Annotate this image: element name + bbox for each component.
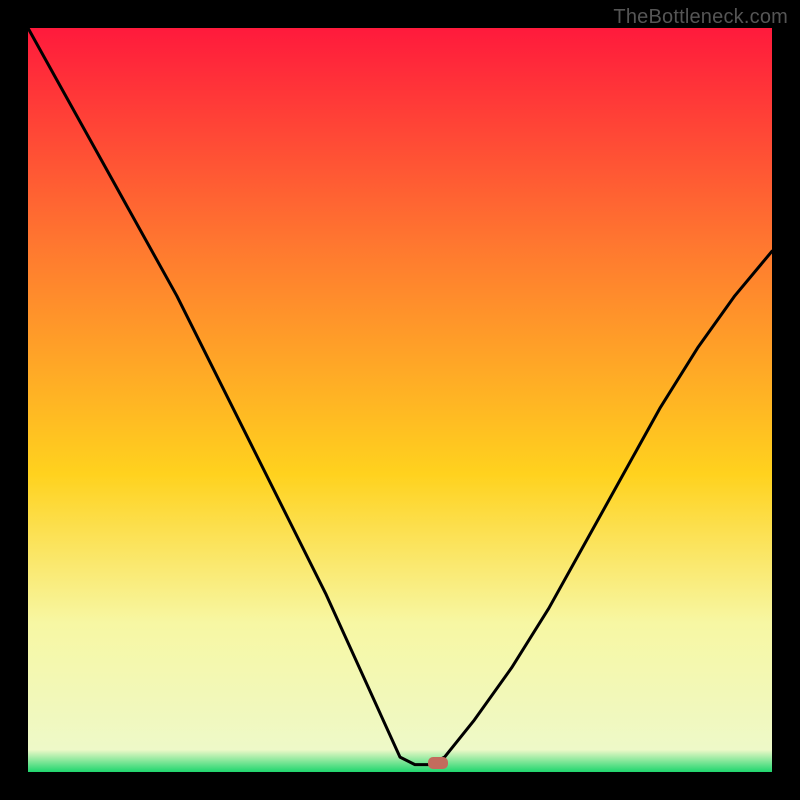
bottleneck-curve — [28, 28, 772, 772]
chart-area — [28, 28, 772, 772]
optimal-point-marker — [428, 757, 448, 769]
watermark-text: TheBottleneck.com — [613, 6, 788, 29]
